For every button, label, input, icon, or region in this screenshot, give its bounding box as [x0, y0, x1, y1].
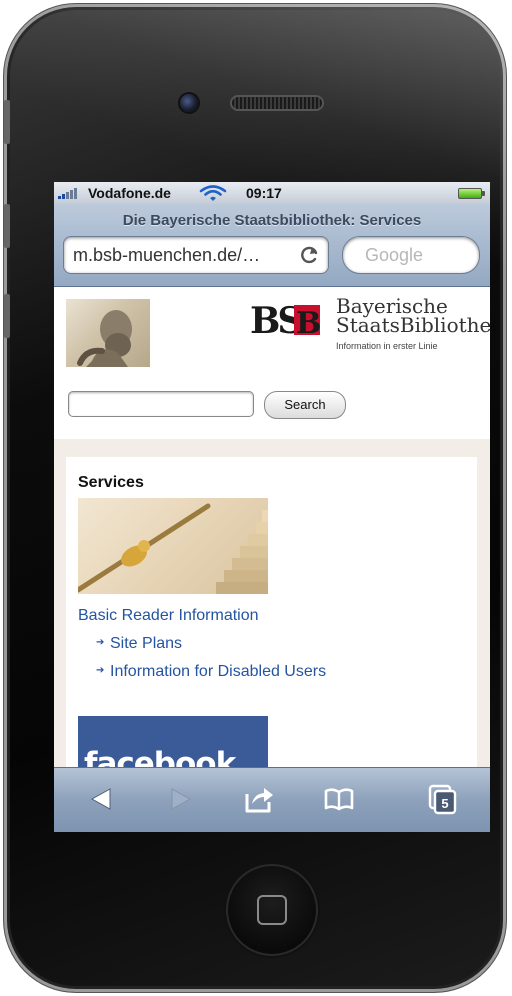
carrier-name: Vodafone.de	[88, 185, 171, 201]
search-input[interactable]: Google	[342, 236, 480, 274]
earpiece-speaker	[230, 95, 324, 111]
home-button[interactable]	[226, 864, 318, 956]
address-field[interactable]: m.bsb-muenchen.de/…	[63, 236, 329, 274]
link-arrow-icon: ➔	[96, 637, 105, 648]
facebook-banner[interactable]: facebook	[78, 716, 268, 767]
forward-icon[interactable]	[164, 782, 198, 816]
site-search-button[interactable]: Search	[264, 391, 346, 419]
svg-text:B: B	[296, 306, 321, 339]
wifi-icon	[199, 185, 227, 201]
bookmarks-icon[interactable]	[322, 782, 356, 816]
services-heading: Services	[78, 474, 144, 491]
web-content: BS B Bayerische StaatsBibliothek Informa…	[54, 287, 490, 767]
share-icon[interactable]	[242, 782, 276, 816]
volume-down-button	[4, 294, 10, 338]
status-time: 09:17	[246, 185, 282, 201]
bust-image	[66, 299, 150, 367]
mute-switch	[4, 100, 10, 144]
bsb-logo-mark: BS B	[250, 300, 321, 339]
services-section: Services Basic Reader Information ➔ Site…	[66, 457, 477, 767]
site-plans-label: Site Plans	[110, 635, 183, 652]
status-bar: Vodafone.de 09:17	[54, 182, 490, 204]
battery-icon	[458, 188, 485, 199]
disabled-users-link[interactable]: ➔ Information for Disabled Users	[96, 663, 327, 681]
back-icon[interactable]	[84, 782, 118, 816]
basic-reader-information-link[interactable]: Basic Reader Information	[78, 607, 259, 625]
facebook-logo-text: facebook	[84, 746, 236, 767]
svg-text:BS: BS	[250, 300, 301, 339]
reload-icon[interactable]	[299, 244, 321, 266]
page-title: Die Bayerische Staatsbibliothek: Service…	[122, 212, 422, 229]
tab-count: 5	[441, 796, 448, 811]
site-plans-link[interactable]: ➔ Site Plans	[96, 635, 183, 653]
site-search-input[interactable]	[68, 391, 254, 417]
browser-toolbar: 5	[54, 767, 490, 832]
front-camera	[180, 94, 198, 112]
home-square-icon	[257, 895, 287, 925]
stairs-image	[78, 498, 268, 594]
screen: Vodafone.de 09:17 Die Bayerische Staatsb…	[54, 182, 490, 832]
disabled-users-label: Information for Disabled Users	[110, 663, 327, 680]
url-text: m.bsb-muenchen.de/…	[73, 245, 261, 265]
library-name-line2: StaatsBibliothek	[336, 313, 490, 337]
link-arrow-icon: ➔	[96, 665, 105, 676]
signal-icon	[58, 188, 77, 199]
tabs-icon[interactable]: 5	[426, 782, 460, 816]
browser-navigation-bar: Die Bayerische Staatsbibliothek: Service…	[54, 204, 490, 287]
volume-up-button	[4, 204, 10, 248]
site-header: BS B Bayerische StaatsBibliothek Informa…	[54, 287, 490, 439]
library-slogan: Information in erster Linie	[336, 341, 438, 351]
library-name: Bayerische StaatsBibliothek	[336, 296, 490, 337]
search-placeholder: Google	[365, 245, 424, 265]
